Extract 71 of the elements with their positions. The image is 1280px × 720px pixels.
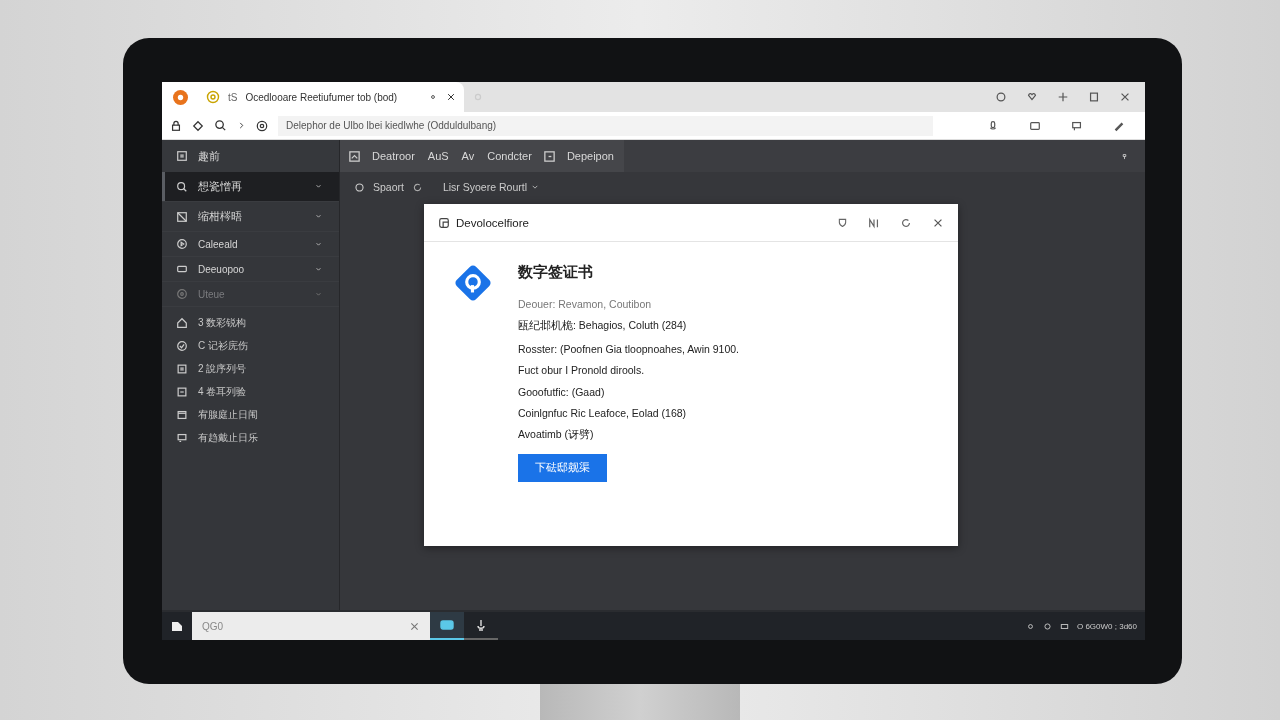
toolbar-icon: [348, 149, 361, 163]
sidebar-title: 趣前: [198, 148, 220, 164]
chevron-down-icon: [314, 212, 323, 221]
certificate-detail: Rosster: (Poofnen Gia tloopnoahes, Awin 9100.: [518, 342, 740, 355]
mic-icon: [987, 119, 999, 132]
chevron-icon: [237, 121, 246, 130]
window-icon: [438, 216, 450, 229]
item-icon: [176, 362, 188, 375]
certificate-detail: Fuct obur I Pronold dirools.: [518, 364, 645, 377]
certificate-detail: Avoatimb (讶劈): [518, 428, 594, 443]
close-icon: [1119, 91, 1131, 103]
filter-label[interactable]: Spaort: [373, 181, 404, 193]
toolbar-tab[interactable]: Av: [459, 150, 477, 162]
toolbar-icon: [542, 149, 556, 163]
start-icon[interactable]: [171, 620, 183, 632]
toolbar-tab[interactable]: Depeipon: [564, 150, 616, 162]
address-field[interactable]: Delephor de Ulbo lbei kiedIwhe (Odduldulbang): [278, 115, 933, 136]
group-icon: [176, 180, 188, 193]
search-icon: [214, 119, 227, 132]
chevron-down-icon: [314, 182, 323, 191]
sync-icon: [411, 181, 423, 193]
toolbar-tab[interactable]: Condcter: [485, 150, 534, 162]
sidebar-group[interactable]: 想瓷憎再: [162, 172, 339, 202]
toolbar-tab[interactable]: AuS: [425, 150, 451, 162]
tab-prefix: tS: [228, 91, 238, 103]
item-icon: [176, 431, 188, 444]
sidebar-item[interactable]: 宥腺庭止日闱: [198, 407, 258, 422]
tab-title: Ocedlooare Reetiufumer tob (bod): [245, 91, 398, 103]
group-icon: [176, 238, 188, 250]
group-icon: [176, 263, 188, 275]
certificate-detail: 瓯纪邶机桅: Behagios, Coluth (284): [518, 319, 687, 334]
chat-icon: [1071, 119, 1083, 132]
certificate-detail: Coinlgnfuc Ric Leafoce, Eolad (168): [518, 406, 687, 419]
screen-icon: [1029, 119, 1041, 132]
browser-tab[interactable]: tS Ocedlooare Reetiufumer tob (bod): [198, 82, 464, 112]
heart-icon: [1026, 91, 1038, 103]
caret-icon: [530, 183, 539, 191]
group-icon: [176, 210, 188, 223]
item-icon: [176, 385, 188, 398]
shield-icon: [837, 217, 848, 228]
toolbar-tab[interactable]: Deatroor: [370, 150, 417, 162]
sidebar-group[interactable]: Caleeald: [162, 232, 339, 257]
dialog-heading: 数字签证书: [518, 262, 593, 282]
item-icon: [176, 316, 188, 329]
list-icon: [176, 150, 188, 162]
certificate-detail: Gooofutfic: (Gaad): [518, 385, 605, 398]
browser-logo-icon[interactable]: [172, 89, 188, 105]
maximize-icon: [1088, 91, 1100, 103]
lock-icon: [170, 119, 182, 132]
sidebar-item[interactable]: 有趋戴止日乐: [198, 430, 258, 445]
diamond-icon: [192, 119, 204, 132]
close-icon: [409, 620, 420, 632]
sidebar-item[interactable]: C 记衫庑伤: [198, 338, 248, 353]
filter-dropdown[interactable]: Lisr Syoere Rourtl: [442, 181, 539, 193]
sidebar-group[interactable]: Deeuopoo: [162, 257, 339, 282]
group-icon: [176, 288, 188, 300]
sidebar-item[interactable]: 4 卷耳列验: [198, 384, 247, 399]
plus-icon: [1057, 91, 1069, 103]
tray-text: O 6G0W0 ; 3d60: [1076, 621, 1137, 631]
sidebar-item[interactable]: 2 說序列号: [198, 361, 247, 376]
sidebar-group[interactable]: 缩柑梣晤: [162, 202, 339, 232]
battery-icon: [1059, 621, 1069, 631]
taskbar-app[interactable]: [430, 612, 464, 640]
item-icon: [176, 408, 188, 421]
primary-button[interactable]: 下砝邸觌渠: [518, 453, 607, 482]
certificate-detail: Deouer: Revamon, Coutibon: [518, 298, 652, 310]
circle-icon: [354, 181, 365, 193]
dialog-title: Devolocelfiore: [456, 216, 529, 229]
close-icon: [446, 92, 456, 102]
sidebar-item[interactable]: 3 数彩锐构: [198, 315, 247, 330]
item-icon: [176, 339, 188, 352]
